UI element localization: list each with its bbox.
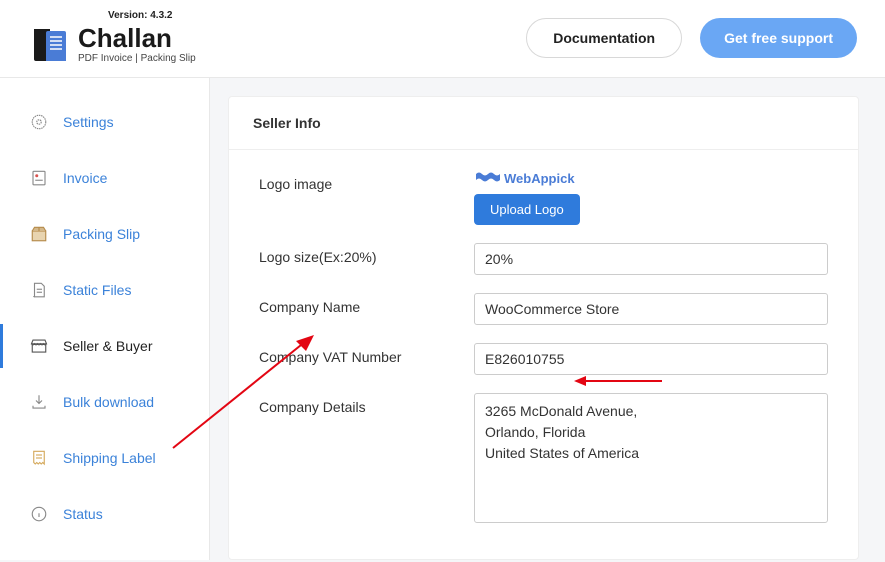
app-body: Settings Invoice Packing Slip Static Fil…	[0, 78, 885, 560]
logo-size-label: Logo size(Ex:20%)	[259, 243, 474, 265]
company-name-input[interactable]	[474, 293, 828, 325]
upload-logo-button[interactable]: Upload Logo	[474, 194, 580, 225]
company-details-row: Company Details	[259, 393, 828, 528]
brand-text: Challan PDF Invoice | Packing Slip	[78, 25, 196, 64]
sidebar-item-invoice[interactable]: Invoice	[0, 156, 209, 200]
panel-header: Seller Info	[229, 97, 858, 150]
panel-title: Seller Info	[253, 115, 834, 131]
gear-icon	[29, 112, 49, 132]
invoice-icon	[29, 168, 49, 188]
company-vat-input[interactable]	[474, 343, 828, 375]
version-label: Version: 4.3.2	[108, 10, 196, 21]
info-icon	[29, 504, 49, 524]
documentation-button[interactable]: Documentation	[526, 18, 682, 58]
sidebar-item-label: Packing Slip	[63, 226, 140, 242]
webappick-logo-icon	[474, 170, 502, 186]
main-content: Seller Info Logo image WebAppick Upload …	[210, 78, 885, 560]
sidebar-item-bulk-download[interactable]: Bulk download	[0, 380, 209, 424]
sidebar-item-packing-slip[interactable]: Packing Slip	[0, 212, 209, 256]
receipt-icon	[29, 448, 49, 468]
sidebar-item-label: Shipping Label	[63, 450, 156, 466]
box-icon	[29, 224, 49, 244]
storefront-icon	[29, 336, 49, 356]
app-header: Version: 4.3.2 Challan PDF Invoice | Pac…	[0, 0, 885, 78]
logo-size-row: Logo size(Ex:20%)	[259, 243, 828, 275]
sidebar-item-status[interactable]: Status	[0, 492, 209, 536]
logo-preview-text: WebAppick	[504, 171, 575, 186]
seller-info-panel: Seller Info Logo image WebAppick Upload …	[228, 96, 859, 560]
download-icon	[29, 392, 49, 412]
brand-subtitle: PDF Invoice | Packing Slip	[78, 53, 196, 64]
sidebar-item-label: Invoice	[63, 170, 107, 186]
challan-logo-icon	[28, 23, 70, 65]
get-support-button[interactable]: Get free support	[700, 18, 857, 58]
sidebar-item-label: Static Files	[63, 282, 131, 298]
sidebar: Settings Invoice Packing Slip Static Fil…	[0, 78, 210, 560]
company-name-label: Company Name	[259, 293, 474, 315]
logo-image-control: WebAppick Upload Logo	[474, 170, 828, 225]
company-vat-row: Company VAT Number	[259, 343, 828, 375]
file-icon	[29, 280, 49, 300]
sidebar-item-label: Seller & Buyer	[63, 338, 152, 354]
sidebar-item-settings[interactable]: Settings	[0, 100, 209, 144]
panel-body: Logo image WebAppick Upload Logo Logo si…	[229, 150, 858, 560]
logo-image-row: Logo image WebAppick Upload Logo	[259, 170, 828, 225]
logo-preview: WebAppick	[474, 170, 828, 186]
sidebar-item-label: Bulk download	[63, 394, 154, 410]
brand-block: Version: 4.3.2 Challan PDF Invoice | Pac…	[28, 10, 196, 65]
logo-image-label: Logo image	[259, 170, 474, 192]
company-details-label: Company Details	[259, 393, 474, 415]
sidebar-item-shipping-label[interactable]: Shipping Label	[0, 436, 209, 480]
brand: Challan PDF Invoice | Packing Slip	[28, 23, 196, 65]
company-vat-label: Company VAT Number	[259, 343, 474, 365]
sidebar-item-static-files[interactable]: Static Files	[0, 268, 209, 312]
sidebar-item-label: Settings	[63, 114, 114, 130]
logo-size-input[interactable]	[474, 243, 828, 275]
brand-name: Challan	[78, 25, 196, 51]
company-details-textarea[interactable]	[474, 393, 828, 523]
company-name-row: Company Name	[259, 293, 828, 325]
sidebar-item-seller-buyer[interactable]: Seller & Buyer	[0, 324, 209, 368]
sidebar-item-label: Status	[63, 506, 103, 522]
